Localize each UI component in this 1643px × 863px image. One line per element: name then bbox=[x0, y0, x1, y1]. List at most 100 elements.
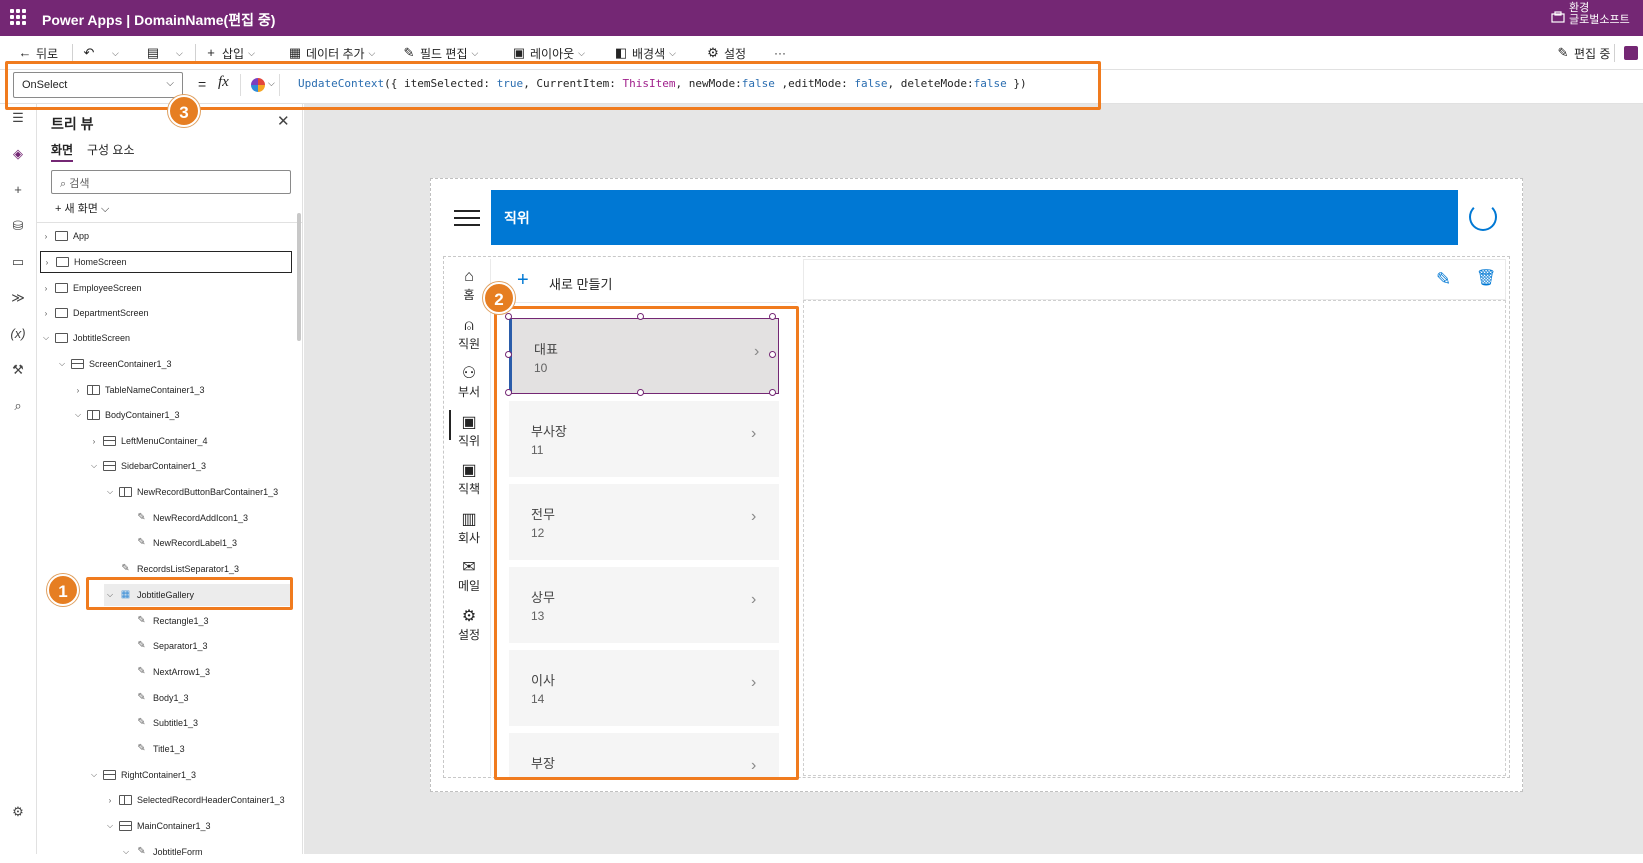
power-automate-icon[interactable]: ≫ bbox=[9, 290, 27, 308]
tools-icon[interactable]: ⚒ bbox=[9, 362, 27, 380]
tree-node[interactable]: ✎ Title1_3 bbox=[120, 738, 292, 760]
trash-icon[interactable]: 🗑 bbox=[1476, 268, 1496, 288]
tree-node[interactable]: ⌵ ScreenContainer1_3 bbox=[56, 353, 292, 375]
edit-pencil-icon[interactable]: ✎ bbox=[1436, 269, 1451, 290]
undo-icon: ↶ bbox=[83, 45, 95, 60]
paste-button[interactable]: ▤ bbox=[146, 45, 160, 61]
control-icon: ✎ bbox=[137, 743, 146, 754]
tree-node[interactable]: ⌵ MainContainer1_3 bbox=[104, 815, 292, 837]
paste-menu-button[interactable]: ⌵ bbox=[176, 45, 183, 61]
more-button[interactable]: ··· bbox=[774, 45, 786, 61]
chevron-down-icon[interactable]: ⌵ bbox=[56, 359, 68, 369]
tree-node[interactable]: ⌵ BodyContainer1_3 bbox=[72, 404, 292, 426]
variables-icon[interactable]: (x) bbox=[9, 326, 27, 344]
new-record-bar[interactable]: + 새로 만들기 bbox=[497, 259, 797, 303]
screen-icon bbox=[119, 487, 132, 497]
refresh-button[interactable] bbox=[1458, 190, 1511, 245]
app-avatar-icon[interactable] bbox=[1624, 46, 1638, 60]
media-icon[interactable]: ▭ bbox=[9, 254, 27, 272]
settings-button[interactable]: ⚙ 설정 bbox=[706, 45, 746, 61]
app-icon bbox=[55, 231, 68, 241]
tree-node[interactable]: ✎ NewRecordLabel1_3 bbox=[120, 532, 292, 554]
new-screen-button[interactable]: + 새 화면 ⌵ bbox=[55, 200, 109, 216]
undo-button[interactable]: ↶ bbox=[82, 45, 96, 61]
tree-node[interactable]: › EmployeeScreen bbox=[40, 277, 292, 299]
tree-node[interactable]: › DepartmentScreen bbox=[40, 302, 292, 324]
chevron-right-icon[interactable]: › bbox=[40, 232, 52, 241]
tree-node-label: DepartmentScreen bbox=[73, 308, 149, 318]
edit-fields-icon: ✎ bbox=[403, 45, 415, 60]
chevron-right-icon[interactable]: › bbox=[40, 284, 52, 293]
tree-node-label: App bbox=[73, 231, 90, 241]
callout-badge-2: 2 bbox=[483, 282, 515, 314]
insert-button[interactable]: + 삽입 ⌵ bbox=[204, 45, 255, 61]
insert-plus-icon[interactable]: + bbox=[9, 182, 27, 200]
environment-picker[interactable]: 환경 글로벌소프트 bbox=[1569, 2, 1639, 26]
tree-node[interactable]: ⌵ RightContainer1_3 bbox=[88, 764, 292, 786]
back-button[interactable]: ← 뒤로 bbox=[18, 45, 59, 61]
background-button[interactable]: ◧ 배경색 ⌵ bbox=[614, 45, 676, 61]
chevron-down-icon[interactable]: ⌵ bbox=[120, 847, 132, 857]
hamburger-menu-button[interactable] bbox=[444, 190, 491, 245]
database-icon[interactable]: ⛁ bbox=[9, 218, 27, 236]
app-menu-item[interactable]: ▣ 직책 bbox=[447, 462, 491, 497]
app-menu-item[interactable]: ✉ 메일 bbox=[447, 559, 491, 594]
tree-search-input[interactable]: ⌕ 검색 bbox=[51, 170, 291, 194]
chevron-down-icon: ⌵ bbox=[248, 47, 255, 58]
add-data-button[interactable]: ▦ 데이터 추가 ⌵ bbox=[288, 45, 376, 61]
chevron-right-icon[interactable]: › bbox=[88, 437, 100, 446]
chevron-right-icon[interactable]: › bbox=[72, 386, 84, 395]
mail-icon: ✉ bbox=[462, 559, 476, 576]
search-icon[interactable]: ⌕ bbox=[9, 398, 27, 416]
chevron-down-icon[interactable]: ⌵ bbox=[88, 770, 100, 780]
tree-node[interactable]: ✎ Body1_3 bbox=[120, 687, 292, 709]
menu-icon[interactable]: ☰ bbox=[9, 110, 27, 128]
screen-icon bbox=[119, 795, 132, 805]
chevron-right-icon[interactable]: › bbox=[40, 309, 52, 318]
edit-fields-label: 필드 편집 bbox=[420, 46, 468, 61]
tree-node[interactable]: ✎ Rectangle1_3 bbox=[120, 610, 292, 632]
chevron-down-icon[interactable]: ⌵ bbox=[104, 821, 116, 831]
tab-components[interactable]: 구성 요소 bbox=[87, 141, 135, 158]
chevron-right-icon[interactable]: › bbox=[41, 258, 53, 267]
app-menu-label: 설정 bbox=[457, 627, 481, 642]
app-menu-label: 직책 bbox=[457, 482, 481, 496]
tree-scrollbar[interactable] bbox=[297, 213, 301, 341]
app-menu-item[interactable]: ▣ 직위 bbox=[447, 414, 491, 449]
layout-button[interactable]: ▣ 레이아웃 ⌵ bbox=[512, 45, 585, 61]
chevron-down-icon[interactable]: ⌵ bbox=[72, 410, 84, 420]
tab-screens[interactable]: 화면 bbox=[51, 141, 74, 162]
chevron-down-icon[interactable]: ⌵ bbox=[40, 333, 52, 343]
tree-node[interactable]: ⌵ SidebarContainer1_3 bbox=[88, 455, 292, 477]
app-menu-item[interactable]: ⚇ 부서 bbox=[447, 365, 491, 400]
tree-node[interactable]: ✎ NewRecordAddIcon1_3 bbox=[120, 507, 292, 529]
tree-node[interactable]: › SelectedRecordHeaderContainer1_3 bbox=[104, 789, 292, 811]
badge-icon: ▣ bbox=[461, 462, 477, 479]
app-menu-item[interactable]: ⚙ 설정 bbox=[447, 608, 491, 643]
tree-node[interactable]: ✎ Separator1_3 bbox=[120, 635, 292, 657]
chevron-down-icon[interactable]: ⌵ bbox=[104, 487, 116, 497]
tree-node[interactable]: ✎ NextArrow1_3 bbox=[120, 661, 292, 683]
editing-status[interactable]: ✎ 편집 중 bbox=[1556, 45, 1611, 61]
edit-fields-button[interactable]: ✎ 필드 편집 ⌵ bbox=[402, 45, 479, 61]
app-menu-item[interactable]: ⍝ 직원 bbox=[447, 317, 491, 352]
tree-node[interactable]: › App bbox=[40, 225, 292, 247]
chevron-right-icon[interactable]: › bbox=[104, 796, 116, 805]
tree-node-label: NextArrow1_3 bbox=[153, 667, 211, 677]
tree-node[interactable]: ⌵ NewRecordButtonBarContainer1_3 bbox=[104, 481, 292, 503]
tree-node[interactable]: › TableNameContainer1_3 bbox=[72, 379, 292, 401]
tree-node[interactable]: ✎ Subtitle1_3 bbox=[120, 712, 292, 734]
close-icon[interactable]: ✕ bbox=[277, 112, 290, 130]
tree-node[interactable]: ⌵ JobtitleScreen bbox=[40, 327, 292, 349]
tree-node[interactable]: › LeftMenuContainer_4 bbox=[88, 430, 292, 452]
tree-node[interactable]: ⌵ ✎ JobtitleForm bbox=[120, 841, 292, 863]
layers-icon[interactable]: ◈ bbox=[9, 146, 27, 164]
chevron-down-icon[interactable]: ⌵ bbox=[88, 461, 100, 471]
people-icon: ⚇ bbox=[461, 365, 477, 382]
app-launcher-icon[interactable] bbox=[10, 9, 26, 25]
paint-icon: ◧ bbox=[614, 45, 628, 60]
undo-menu-button[interactable]: ⌵ bbox=[112, 45, 119, 61]
tree-node[interactable]: › HomeScreen bbox=[40, 251, 292, 273]
app-menu-item[interactable]: ▥ 회사 bbox=[447, 511, 491, 546]
gear-icon[interactable]: ⚙ bbox=[9, 804, 27, 822]
